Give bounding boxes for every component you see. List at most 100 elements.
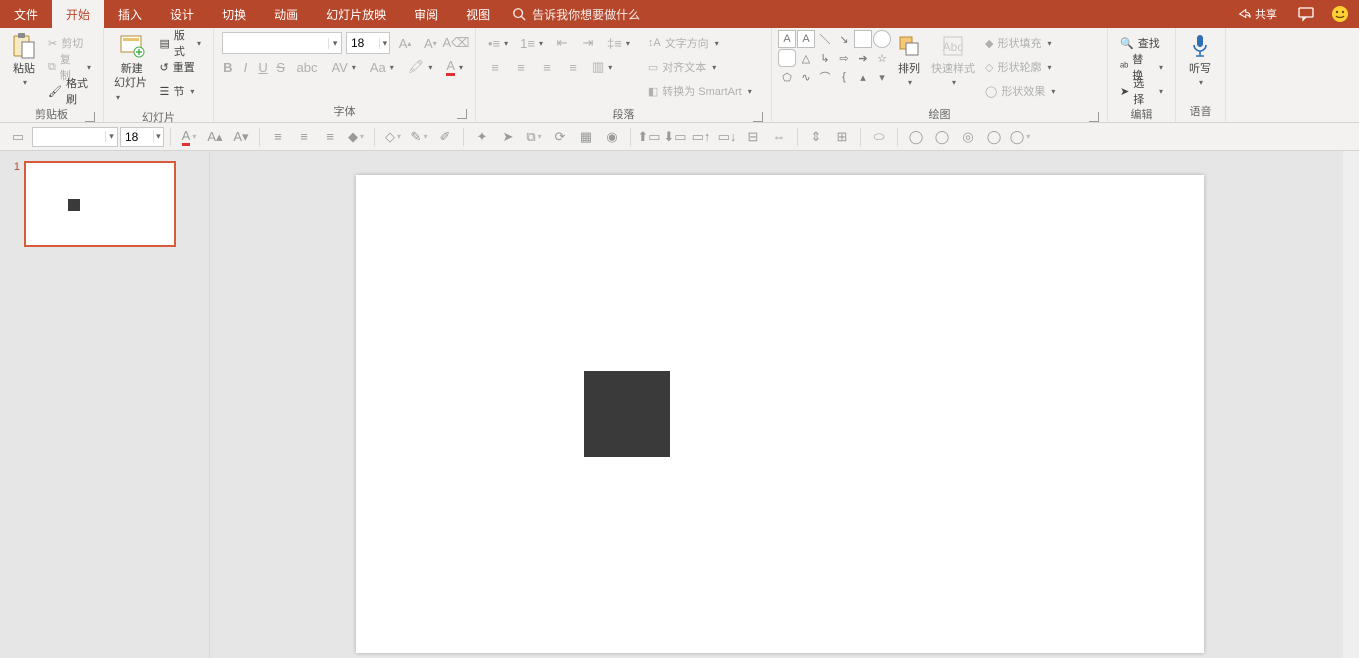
- italic-button[interactable]: I: [240, 56, 252, 78]
- tb-star[interactable]: ✦: [470, 126, 494, 148]
- tab-view[interactable]: 视图: [452, 0, 504, 28]
- shape-outline-button[interactable]: ◇形状轮廓▾: [981, 56, 1059, 78]
- tb-bring-forward[interactable]: ▭↑: [689, 126, 713, 148]
- tab-design[interactable]: 设计: [156, 0, 208, 28]
- tb-align-left[interactable]: ≡: [266, 126, 290, 148]
- tb-align[interactable]: ⊟: [741, 126, 765, 148]
- shape-arrow[interactable]: ⇨: [835, 49, 853, 67]
- numbering-button[interactable]: 1≡▾: [516, 32, 547, 54]
- select-button[interactable]: ➤选择▾: [1116, 80, 1167, 102]
- tb-outline[interactable]: ◇▾: [381, 126, 405, 148]
- thumbnail-item[interactable]: 1: [10, 161, 199, 247]
- chevron-down-icon[interactable]: ▾: [328, 38, 341, 49]
- font-name-combo[interactable]: ▾: [222, 32, 342, 54]
- tb-select-pane[interactable]: ▦: [574, 126, 598, 148]
- shape-fill-button[interactable]: ◆形状填充▾: [981, 32, 1059, 54]
- shape-effects-button[interactable]: ◯形状效果▾: [981, 80, 1059, 102]
- shape-triangle[interactable]: △: [797, 49, 815, 67]
- columns-button[interactable]: ▥▾: [588, 56, 616, 78]
- tb-send-back[interactable]: ⬇▭: [663, 126, 687, 148]
- tb-distribute-h[interactable]: ⇔: [767, 126, 791, 148]
- tb-shp-circle[interactable]: ◯: [904, 126, 928, 148]
- chevron-down-icon[interactable]: ▾: [379, 38, 389, 49]
- shape-connector[interactable]: ↳: [816, 49, 834, 67]
- font-size-combo[interactable]: ▾: [346, 32, 391, 54]
- shape-gallery-up[interactable]: ▴: [854, 68, 872, 86]
- align-right-button[interactable]: ≡: [536, 56, 558, 78]
- tb-shp-donut[interactable]: ◎: [956, 126, 980, 148]
- tb-dist-v[interactable]: ⇕: [804, 126, 828, 148]
- tb-rotate[interactable]: ⟳: [548, 126, 572, 148]
- dialog-launcher-icon[interactable]: [457, 109, 467, 119]
- shape-curve[interactable]: ∿: [797, 68, 815, 86]
- slide-thumbnail-panel[interactable]: 1: [0, 151, 210, 658]
- share-button[interactable]: 共享: [1233, 3, 1281, 25]
- tab-file[interactable]: 文件: [0, 0, 52, 28]
- thumbnail-preview[interactable]: [24, 161, 176, 247]
- bullets-button[interactable]: •≡▾: [484, 32, 512, 54]
- shape-arc[interactable]: ⌒: [816, 68, 834, 86]
- tb-increase-font[interactable]: A▴: [203, 126, 227, 148]
- tb-font-name-combo[interactable]: ▾: [32, 127, 118, 147]
- reset-button[interactable]: ↺重置: [156, 56, 206, 78]
- shape-line[interactable]: ＼: [816, 30, 834, 48]
- vertical-scrollbar[interactable]: [1343, 151, 1359, 658]
- tb-group[interactable]: ⧉▾: [522, 126, 546, 148]
- shapes-gallery[interactable]: A A ＼ ↘ △ ↳ ⇨ ➔ ☆ ⬠ ∿ ⌒ { ▴ ▾: [778, 30, 891, 86]
- section-button[interactable]: ☰节▾: [156, 80, 206, 102]
- decrease-indent-button[interactable]: ⇤: [551, 32, 573, 54]
- slide-canvas-area[interactable]: [210, 151, 1359, 658]
- comments-icon[interactable]: [1297, 5, 1315, 23]
- layout-button[interactable]: ▤版式▾: [156, 32, 206, 54]
- dialog-launcher-icon[interactable]: [753, 112, 763, 122]
- tab-home[interactable]: 开始: [52, 0, 104, 28]
- tb-font-size-input[interactable]: [121, 128, 153, 146]
- increase-indent-button[interactable]: ⇥: [577, 32, 599, 54]
- tb-snap[interactable]: ⊞: [830, 126, 854, 148]
- shape-arrow-line[interactable]: ↘: [835, 30, 853, 48]
- dialog-launcher-icon[interactable]: [85, 112, 95, 122]
- tb-font-size-combo[interactable]: ▾: [120, 127, 164, 147]
- align-center-button[interactable]: ≡: [510, 56, 532, 78]
- tb-decrease-font[interactable]: A▾: [229, 126, 253, 148]
- align-left-button[interactable]: ≡: [484, 56, 506, 78]
- shape-star[interactable]: ☆: [873, 49, 891, 67]
- decrease-font-button[interactable]: A▾: [420, 32, 441, 54]
- account-smiley-icon[interactable]: [1331, 5, 1349, 23]
- dialog-launcher-icon[interactable]: [1089, 112, 1099, 122]
- tab-transitions[interactable]: 切换: [208, 0, 260, 28]
- slide-shape-rectangle[interactable]: [584, 371, 670, 457]
- format-painter-button[interactable]: 🖌格式刷: [44, 80, 95, 102]
- quick-styles-button[interactable]: Abc 快速样式▾: [927, 30, 979, 92]
- font-size-input[interactable]: [347, 33, 379, 53]
- tb-font-color[interactable]: A▾: [177, 126, 201, 148]
- tb-eyedropper[interactable]: ✐: [433, 126, 457, 148]
- tb-merge1[interactable]: ⬭: [867, 126, 891, 148]
- shape-rounded-rect[interactable]: [778, 49, 796, 67]
- shape-rect[interactable]: [854, 30, 872, 48]
- shape-gallery-more[interactable]: ▾: [873, 68, 891, 86]
- line-spacing-button[interactable]: ‡≡▾: [603, 32, 634, 54]
- text-direction-button[interactable]: ↕A文字方向▾: [644, 32, 756, 54]
- tb-send-backward[interactable]: ▭↓: [715, 126, 739, 148]
- slide[interactable]: [356, 175, 1204, 653]
- shape-flow1[interactable]: ⬠: [778, 68, 796, 86]
- tb-bring-front[interactable]: ⬆▭: [637, 126, 661, 148]
- tb-animate[interactable]: ◉: [600, 126, 624, 148]
- char-spacing-button[interactable]: AV▾: [327, 56, 359, 78]
- convert-smartart-button[interactable]: ◧转换为 SmartArt▾: [644, 80, 756, 102]
- underline-button[interactable]: U: [257, 56, 269, 78]
- tb-shp-circle2[interactable]: ◯: [930, 126, 954, 148]
- shape-textbox[interactable]: A: [778, 30, 796, 48]
- tb-effects[interactable]: ✎▾: [407, 126, 431, 148]
- tb-shp-circ4[interactable]: ◯▾: [1008, 126, 1032, 148]
- tb-arrow[interactable]: ➤: [496, 126, 520, 148]
- tb-shp-circ3[interactable]: ◯: [982, 126, 1006, 148]
- clear-formatting-button[interactable]: A⌫: [445, 32, 467, 54]
- strikethrough-button[interactable]: S: [275, 56, 287, 78]
- tell-me-search[interactable]: 告诉我你想要做什么: [512, 6, 640, 23]
- paste-button[interactable]: 粘贴 ▾: [6, 30, 42, 92]
- text-shadow-button[interactable]: abc: [293, 56, 322, 78]
- tab-slideshow[interactable]: 幻灯片放映: [312, 0, 400, 28]
- tb-fill[interactable]: ◆▾: [344, 126, 368, 148]
